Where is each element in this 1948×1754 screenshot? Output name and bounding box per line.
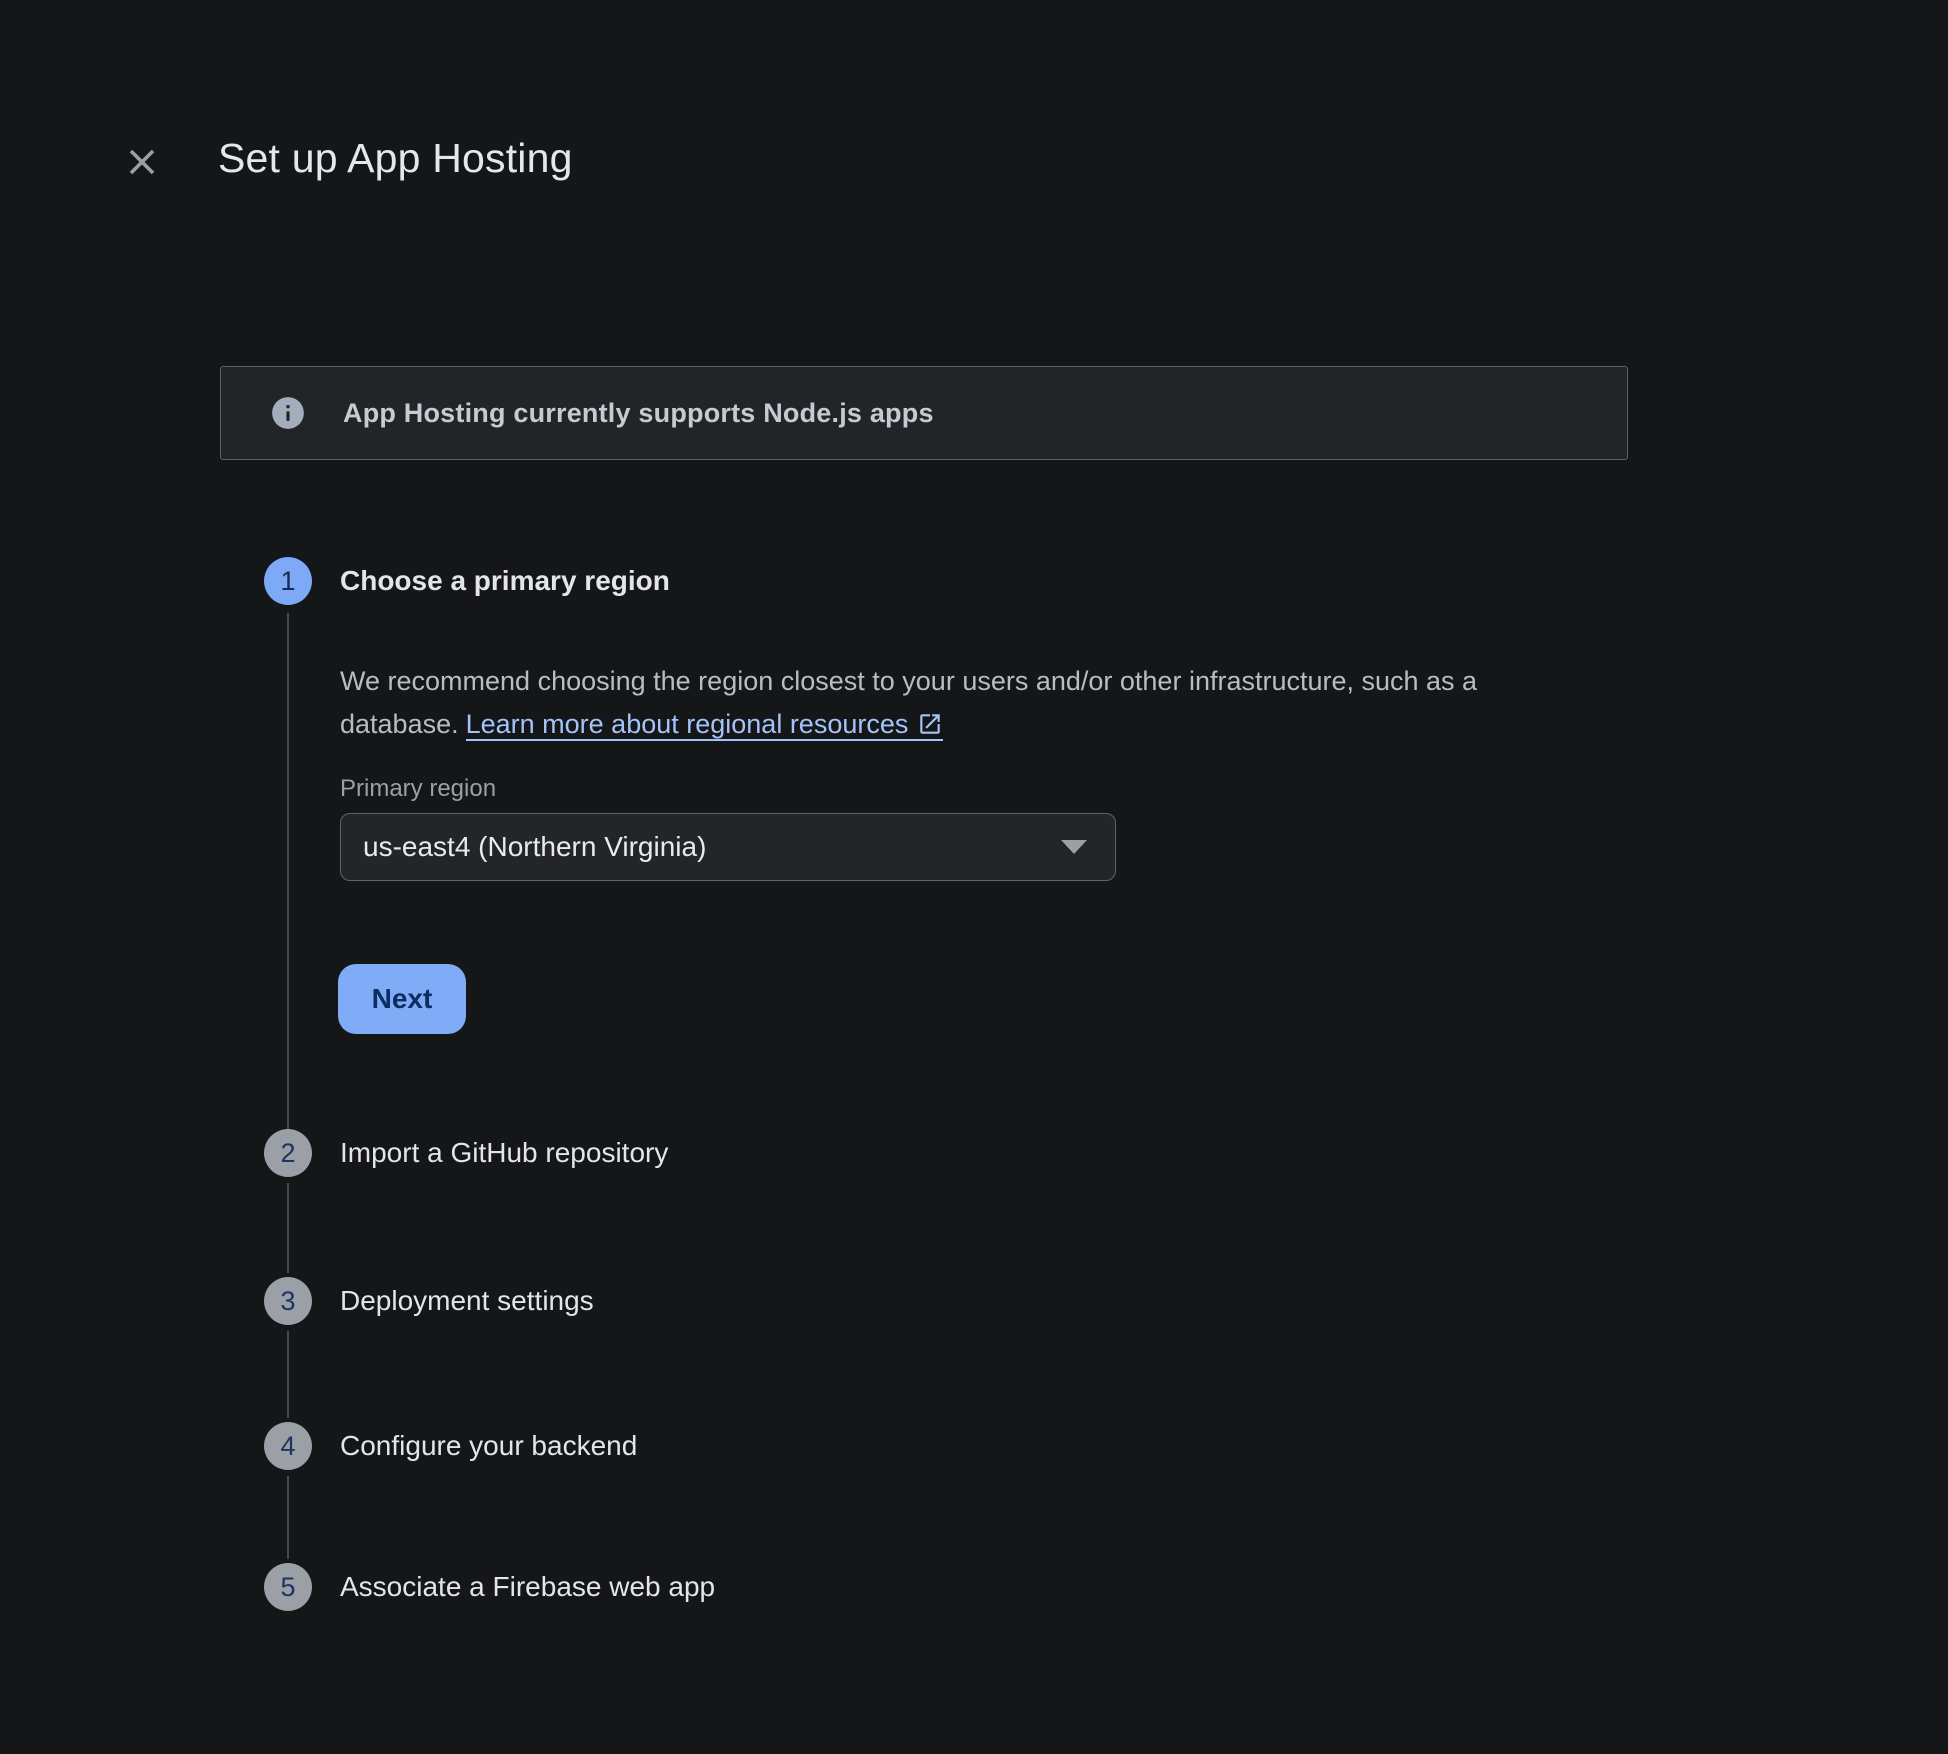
banner-message: App Hosting currently supports Node.js a… bbox=[343, 398, 934, 429]
step-3-indicator: 3 bbox=[264, 1277, 312, 1325]
stepper-connector bbox=[287, 1331, 289, 1418]
primary-region-select[interactable]: us-east4 (Northern Virginia) bbox=[340, 813, 1116, 881]
close-button[interactable] bbox=[122, 142, 162, 182]
step-4-indicator: 4 bbox=[264, 1422, 312, 1470]
info-banner: App Hosting currently supports Node.js a… bbox=[220, 366, 1628, 460]
step-3-title: Deployment settings bbox=[340, 1277, 594, 1325]
step-1-title: Choose a primary region bbox=[340, 557, 670, 605]
external-link-icon bbox=[917, 711, 943, 737]
stepper-connector bbox=[287, 1476, 289, 1559]
page-title: Set up App Hosting bbox=[218, 135, 573, 182]
stepper-connector bbox=[287, 1183, 289, 1273]
learn-more-label: Learn more about regional resources bbox=[466, 709, 909, 739]
step-2-title: Import a GitHub repository bbox=[340, 1129, 668, 1177]
step-2-indicator: 2 bbox=[264, 1129, 312, 1177]
primary-region-label: Primary region bbox=[340, 775, 496, 803]
selected-region-value: us-east4 (Northern Virginia) bbox=[363, 831, 706, 863]
dropdown-arrow-icon bbox=[1061, 840, 1087, 854]
close-icon bbox=[126, 146, 158, 178]
stepper-connector bbox=[287, 613, 289, 1129]
step-5-title: Associate a Firebase web app bbox=[340, 1563, 715, 1611]
step-5-indicator: 5 bbox=[264, 1563, 312, 1611]
learn-more-link[interactable]: Learn more about regional resources bbox=[466, 709, 944, 741]
step-4-title: Configure your backend bbox=[340, 1422, 637, 1470]
info-icon bbox=[269, 394, 307, 432]
next-button[interactable]: Next bbox=[338, 964, 466, 1034]
step-1-indicator: 1 bbox=[264, 557, 312, 605]
step-1-description: We recommend choosing the region closest… bbox=[340, 660, 1560, 746]
